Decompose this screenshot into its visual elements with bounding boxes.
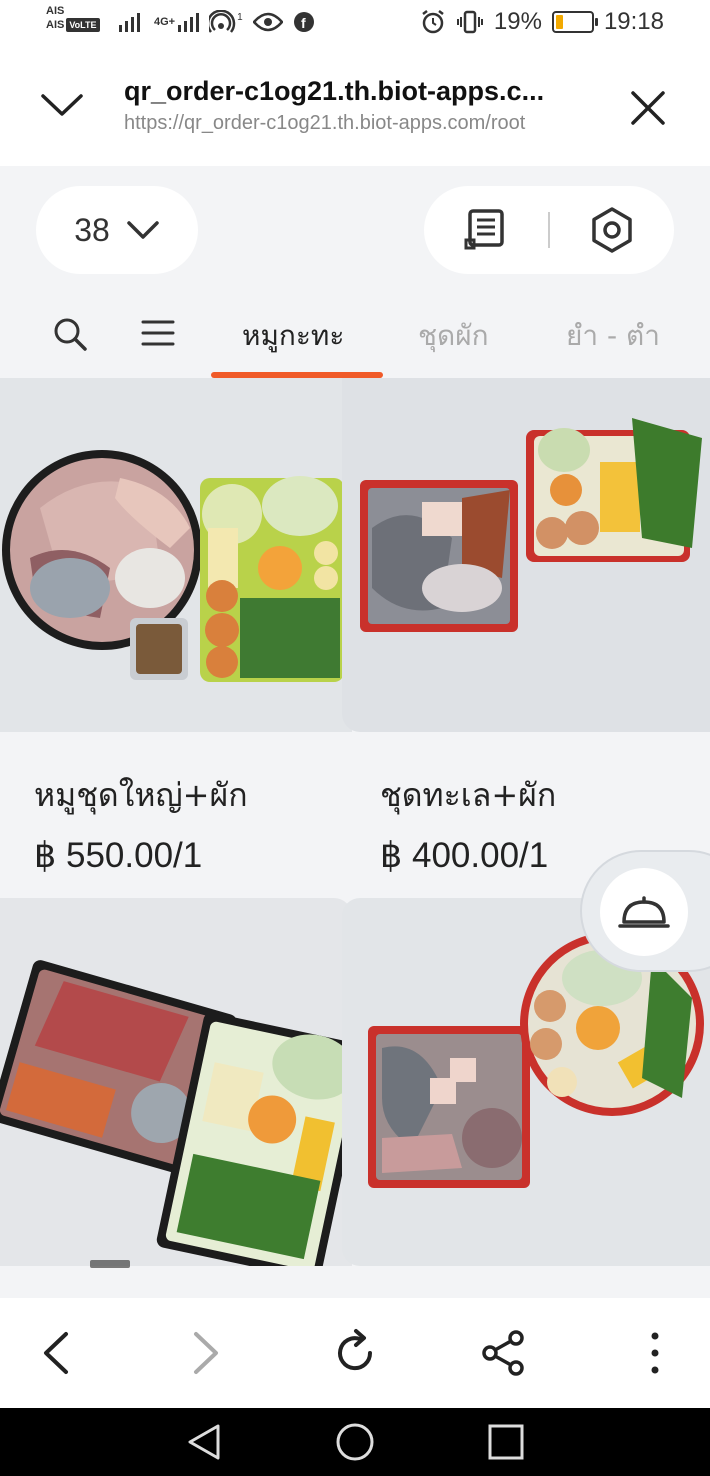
beef-set-photo	[0, 898, 352, 1266]
product-price: ฿ 400.00/1	[380, 836, 549, 875]
chevron-down-icon[interactable]	[40, 90, 84, 120]
page-url[interactable]: https://qr_order-c1og21.th.biot-apps.com…	[124, 112, 525, 135]
signal-icon-2	[178, 13, 200, 32]
search-icon[interactable]	[52, 316, 88, 352]
volte-badge: VoLTE	[66, 18, 100, 32]
call-staff-button[interactable]	[580, 850, 710, 972]
status-right: 19% 19:18	[420, 8, 664, 36]
chevron-down-icon	[127, 221, 159, 239]
back-icon[interactable]	[32, 1328, 82, 1378]
forward-icon[interactable]	[180, 1328, 230, 1378]
header-actions	[424, 186, 674, 274]
carrier-1: AIS	[46, 5, 65, 17]
category-tabs: หมูกะทะ ชุดผัก ยำ - ตำ	[0, 300, 710, 378]
product-price: ฿ 550.00/1	[34, 836, 203, 875]
status-left-icons: 4G+ 1 f	[118, 10, 315, 34]
product-image-seafood-set[interactable]	[342, 378, 710, 732]
hotspot-count: 1	[237, 11, 243, 23]
battery-percent: 19%	[493, 8, 542, 35]
hamburger-menu-icon[interactable]	[140, 318, 176, 348]
product-image-beef-set[interactable]	[0, 898, 352, 1266]
product-image-pork-set[interactable]	[0, 378, 352, 732]
nav-back-icon[interactable]	[184, 1422, 224, 1462]
share-icon[interactable]	[478, 1328, 528, 1378]
service-bell-icon	[618, 896, 670, 928]
carrier-labels: AIS AIS VoLTE	[46, 4, 100, 32]
table-selector[interactable]: 38	[36, 186, 198, 274]
more-options-icon[interactable]	[630, 1328, 680, 1378]
carrier-2: AIS	[46, 19, 65, 31]
page-title: qr_order-c1og21.th.biot-apps.c...	[124, 76, 545, 106]
pork-set-photo	[0, 378, 352, 732]
settings-hex-icon[interactable]	[588, 206, 636, 254]
facebook-icon: f	[293, 12, 314, 32]
nav-recents-icon[interactable]	[486, 1422, 526, 1462]
table-number: 38	[74, 211, 110, 248]
seafood-set-photo	[342, 378, 710, 732]
reload-icon[interactable]	[330, 1328, 380, 1378]
receipt-icon[interactable]	[462, 206, 508, 252]
nav-home-icon[interactable]	[335, 1422, 375, 1462]
menu-page: 38 หมูกะทะ ชุดผัก ยำ - ตำ หมูชุดใหญ่+ผัก…	[0, 166, 710, 1298]
eye-icon	[252, 12, 283, 32]
vibrate-icon	[456, 10, 483, 34]
tab-vegetable-set[interactable]: ชุดผัก	[418, 314, 489, 358]
hotspot-icon	[209, 10, 236, 33]
browser-toolbar	[0, 1298, 710, 1408]
battery-icon	[551, 11, 598, 33]
close-icon[interactable]	[628, 88, 668, 128]
clipped-product-name	[90, 1260, 130, 1268]
tab-yam-tam[interactable]: ยำ - ตำ	[566, 314, 660, 358]
browser-header: qr_order-c1og21.th.biot-apps.c... https:…	[0, 50, 710, 166]
call-staff-circle	[600, 868, 688, 956]
svg-text:f: f	[301, 15, 306, 31]
network-label: 4G+	[154, 16, 176, 28]
signal-icon	[119, 13, 140, 32]
status-bar: AIS AIS VoLTE 4G+ 1 f 19% 19:18	[0, 0, 710, 50]
system-nav-bar	[0, 1408, 710, 1476]
divider	[548, 212, 550, 248]
product-name[interactable]: ชุดทะเล+ผัก	[380, 770, 556, 821]
tab-moo-kata[interactable]: หมูกะทะ	[242, 314, 344, 358]
alarm-icon	[422, 10, 444, 34]
clock: 19:18	[603, 8, 664, 35]
product-name[interactable]: หมูชุดใหญ่+ผัก	[34, 770, 248, 821]
